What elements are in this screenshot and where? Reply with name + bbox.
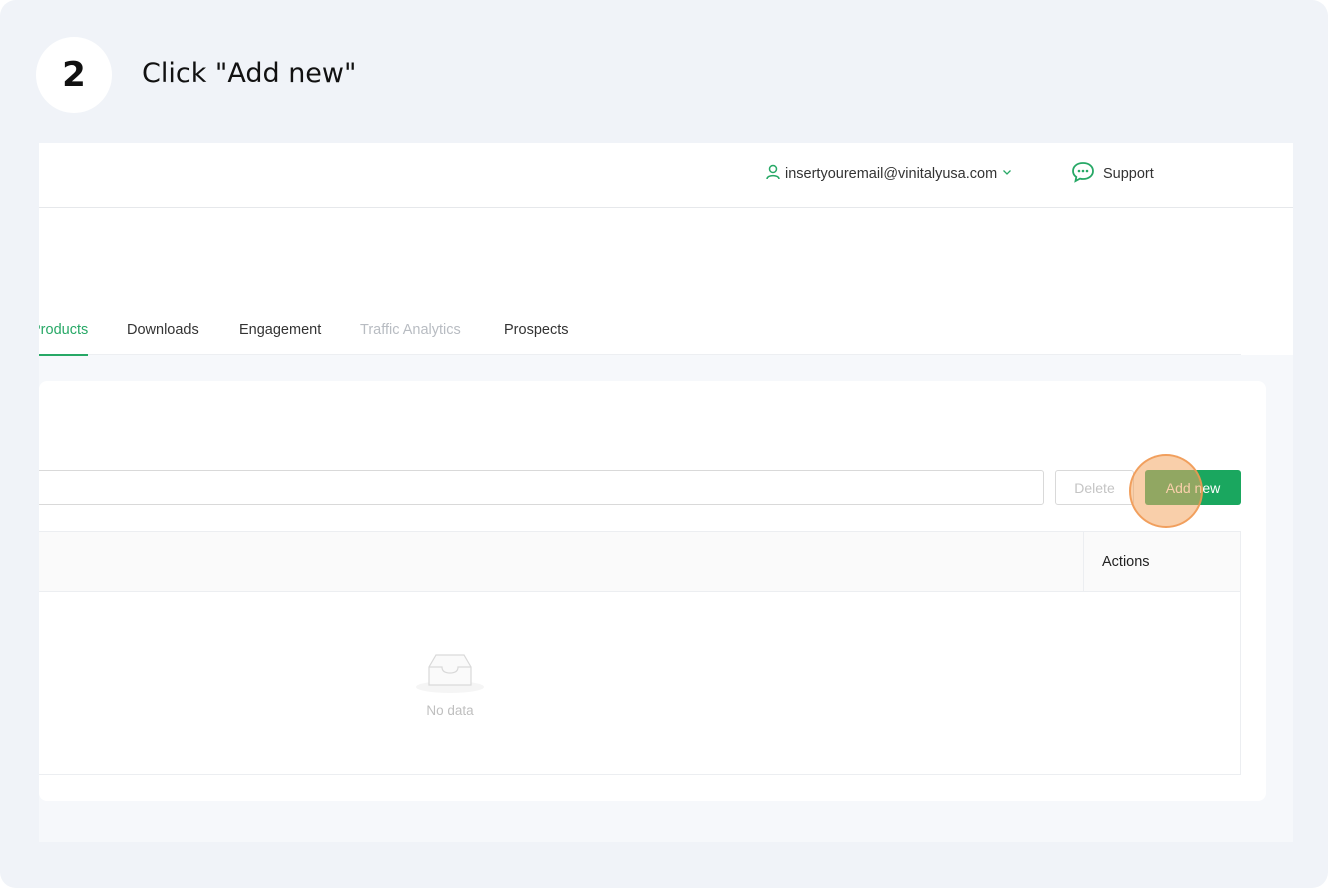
search-input[interactable] <box>39 470 1044 505</box>
empty-text: No data <box>426 703 474 718</box>
app-screenshot: insertyouremail@vinitalyusa.com Support … <box>39 143 1293 842</box>
step-number: 2 <box>36 37 112 113</box>
support-link[interactable]: Support <box>1071 161 1154 187</box>
tab-engagement[interactable]: Engagement <box>239 321 321 355</box>
user-email: insertyouremail@vinitalyusa.com <box>785 166 998 182</box>
actions-column-header: Actions <box>1083 532 1240 592</box>
add-new-button[interactable]: Add new <box>1145 470 1241 505</box>
tab-prospects[interactable]: Prospects <box>504 321 568 355</box>
table-header: Actions <box>39 532 1240 592</box>
chat-bubble-icon <box>1071 161 1095 187</box>
user-menu[interactable]: insertyouremail@vinitalyusa.com <box>765 163 1013 185</box>
tab-traffic-analytics: Traffic Analytics <box>360 322 461 338</box>
tab-downloads[interactable]: Downloads <box>127 321 199 355</box>
page-header: Products Downloads Engagement Traffic An… <box>39 208 1293 356</box>
data-table: Actions No data <box>39 531 1241 775</box>
step-instruction: Click "Add new" <box>142 58 357 89</box>
support-label: Support <box>1103 166 1154 182</box>
tab-products[interactable]: Products <box>39 321 89 356</box>
chevron-down-icon <box>1001 166 1013 182</box>
content-panel: Delete Add new Actions No data <box>39 381 1266 801</box>
empty-inbox-icon <box>400 654 500 697</box>
tab-bar: Products Downloads Engagement Traffic An… <box>39 321 1241 356</box>
top-bar: insertyouremail@vinitalyusa.com Support <box>39 143 1293 208</box>
empty-state: No data <box>400 645 500 725</box>
delete-button[interactable]: Delete <box>1055 470 1134 505</box>
step-card: 2 Click "Add new" insertyouremail@vinita… <box>0 0 1328 888</box>
user-icon <box>765 164 781 184</box>
